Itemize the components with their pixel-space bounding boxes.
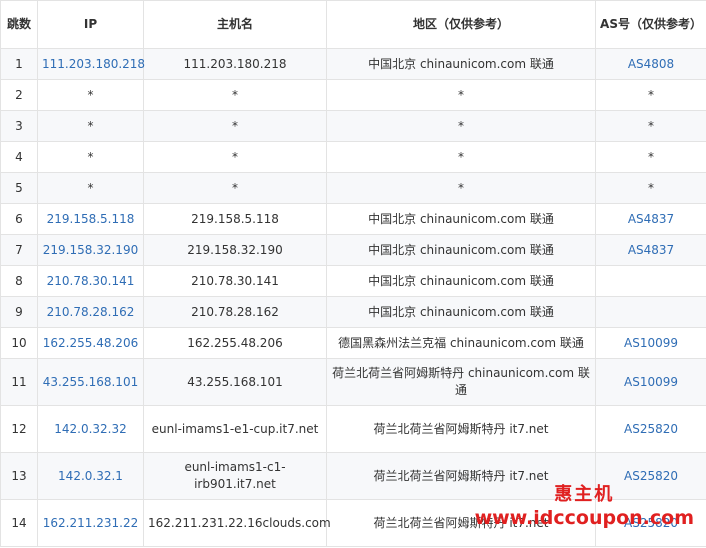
ip-cell: *	[37, 110, 144, 142]
region-cell: 荷兰北荷兰省阿姆斯特丹 it7.net	[326, 405, 596, 453]
as-link[interactable]: AS25820	[595, 405, 706, 453]
as-link[interactable]: AS10099	[595, 358, 706, 406]
hop-cell: 2	[0, 79, 38, 111]
as-link[interactable]: AS25820	[595, 499, 706, 547]
as-link[interactable]: AS4808	[595, 48, 706, 80]
ip-link[interactable]: 142.0.32.1	[37, 452, 144, 500]
header-hop: 跳数	[0, 0, 38, 49]
hop-cell: 6	[0, 203, 38, 235]
hostname-cell: 111.203.180.218	[143, 48, 327, 80]
hop-cell: 8	[0, 265, 38, 297]
as-link[interactable]: AS10099	[595, 327, 706, 359]
ip-link[interactable]: 219.158.32.190	[37, 234, 144, 266]
hop-cell: 3	[0, 110, 38, 142]
ip-link[interactable]: 162.255.48.206	[37, 327, 144, 359]
header-region: 地区（仅供参考）	[326, 0, 596, 49]
ip-link[interactable]: 219.158.5.118	[37, 203, 144, 235]
as-link[interactable]: AS25820	[595, 452, 706, 500]
ip-cell: *	[37, 79, 144, 111]
hop-cell: 12	[0, 405, 38, 453]
hostname-cell: *	[143, 141, 327, 173]
hostname-cell: 210.78.30.141	[143, 265, 327, 297]
table-row: 9 210.78.28.162 210.78.28.162 中国北京 china…	[0, 296, 706, 328]
region-cell: *	[326, 79, 596, 111]
region-cell: *	[326, 110, 596, 142]
hostname-cell: 219.158.32.190	[143, 234, 327, 266]
hostname-cell: eunl-imams1-c1-irb901.it7.net	[143, 452, 327, 500]
hop-cell: 10	[0, 327, 38, 359]
as-cell	[595, 265, 706, 297]
as-cell: *	[595, 172, 706, 204]
ip-link[interactable]: 142.0.32.32	[37, 405, 144, 453]
ip-link[interactable]: 162.211.231.22	[37, 499, 144, 547]
table-row: 7 219.158.32.190 219.158.32.190 中国北京 chi…	[0, 234, 706, 266]
region-cell: 荷兰北荷兰省阿姆斯特丹 it7.net	[326, 499, 596, 547]
hostname-cell: *	[143, 79, 327, 111]
hostname-cell: eunl-imams1-e1-cup.it7.net	[143, 405, 327, 453]
as-cell	[595, 296, 706, 328]
hop-cell: 9	[0, 296, 38, 328]
table-row: 11 43.255.168.101 43.255.168.101 荷兰北荷兰省阿…	[0, 358, 706, 406]
table-row: 6 219.158.5.118 219.158.5.118 中国北京 china…	[0, 203, 706, 235]
hop-cell: 13	[0, 452, 38, 500]
ip-cell: *	[37, 141, 144, 173]
hop-cell: 4	[0, 141, 38, 173]
table-row: 8 210.78.30.141 210.78.30.141 中国北京 china…	[0, 265, 706, 297]
table-row: 4 * * * *	[0, 141, 706, 173]
ip-cell: *	[37, 172, 144, 204]
ip-link[interactable]: 43.255.168.101	[37, 358, 144, 406]
hostname-cell: *	[143, 172, 327, 204]
as-link[interactable]: AS4837	[595, 234, 706, 266]
table-row: 13 142.0.32.1 eunl-imams1-c1-irb901.it7.…	[0, 452, 706, 500]
hostname-cell: 43.255.168.101	[143, 358, 327, 406]
region-cell: 中国北京 chinaunicom.com 联通	[326, 296, 596, 328]
hop-cell: 7	[0, 234, 38, 266]
hop-cell: 14	[0, 499, 38, 547]
region-cell: *	[326, 141, 596, 173]
header-as: AS号（仅供参考）	[595, 0, 706, 49]
hop-cell: 1	[0, 48, 38, 80]
hostname-cell: 162.255.48.206	[143, 327, 327, 359]
region-cell: 中国北京 chinaunicom.com 联通	[326, 48, 596, 80]
table-row: 1 111.203.180.218 111.203.180.218 中国北京 c…	[0, 48, 706, 80]
region-cell: *	[326, 172, 596, 204]
ip-link[interactable]: 210.78.30.141	[37, 265, 144, 297]
ip-link[interactable]: 210.78.28.162	[37, 296, 144, 328]
ip-link[interactable]: 111.203.180.218	[37, 48, 145, 80]
traceroute-table: 跳数 IP 主机名 地区（仅供参考） AS号（仅供参考） 1 111.203.1…	[0, 0, 706, 547]
table-row: 5 * * * *	[0, 172, 706, 204]
as-cell: *	[595, 110, 706, 142]
table-row: 14 162.211.231.22 162.211.231.22.16cloud…	[0, 499, 706, 547]
region-cell: 中国北京 chinaunicom.com 联通	[326, 203, 596, 235]
hop-cell: 11	[0, 358, 38, 406]
header-ip: IP	[37, 0, 144, 49]
table-row: 12 142.0.32.32 eunl-imams1-e1-cup.it7.ne…	[0, 405, 706, 453]
hostname-cell: 210.78.28.162	[143, 296, 327, 328]
hostname-cell: 162.211.231.22.16clouds.com	[143, 499, 331, 547]
header-hostname: 主机名	[143, 0, 327, 49]
table-row: 3 * * * *	[0, 110, 706, 142]
as-link[interactable]: AS4837	[595, 203, 706, 235]
as-cell: *	[595, 141, 706, 173]
hop-cell: 5	[0, 172, 38, 204]
table-header-row: 跳数 IP 主机名 地区（仅供参考） AS号（仅供参考）	[0, 0, 706, 49]
region-cell: 荷兰北荷兰省阿姆斯特丹 it7.net	[326, 452, 596, 500]
hostname-cell: 219.158.5.118	[143, 203, 327, 235]
table-row: 2 * * * *	[0, 79, 706, 111]
region-cell: 中国北京 chinaunicom.com 联通	[326, 265, 596, 297]
hostname-cell: *	[143, 110, 327, 142]
region-cell: 荷兰北荷兰省阿姆斯特丹 chinaunicom.com 联通	[326, 358, 596, 406]
region-cell: 德国黑森州法兰克福 chinaunicom.com 联通	[326, 327, 596, 359]
table-row: 10 162.255.48.206 162.255.48.206 德国黑森州法兰…	[0, 327, 706, 359]
as-cell: *	[595, 79, 706, 111]
region-cell: 中国北京 chinaunicom.com 联通	[326, 234, 596, 266]
